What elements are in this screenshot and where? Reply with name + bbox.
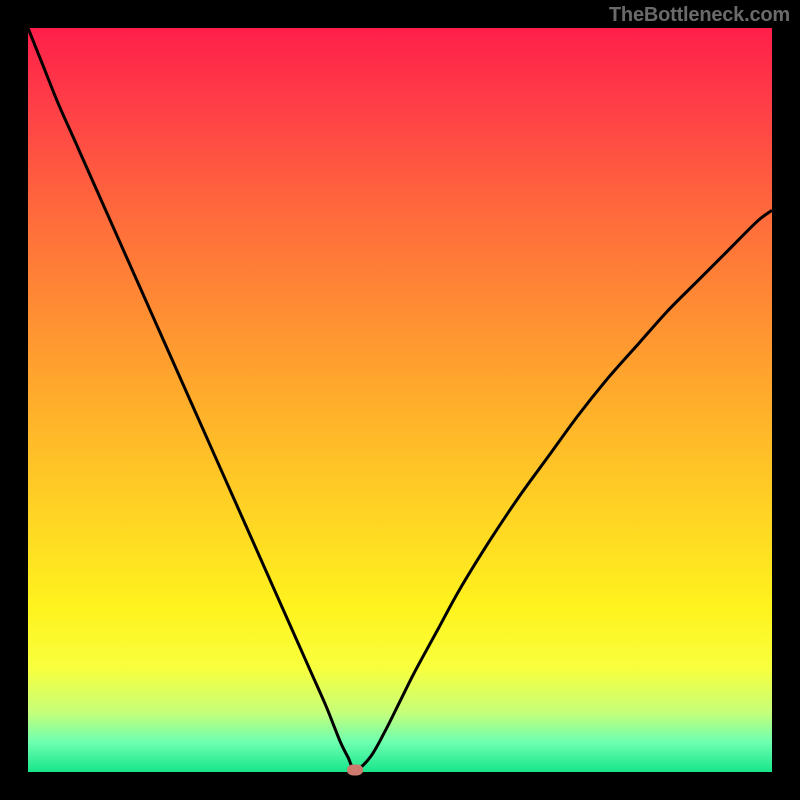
attribution-text: TheBottleneck.com — [609, 4, 790, 27]
bottleneck-curve — [28, 28, 772, 772]
optimal-marker — [347, 764, 363, 775]
chart-area — [28, 28, 772, 772]
